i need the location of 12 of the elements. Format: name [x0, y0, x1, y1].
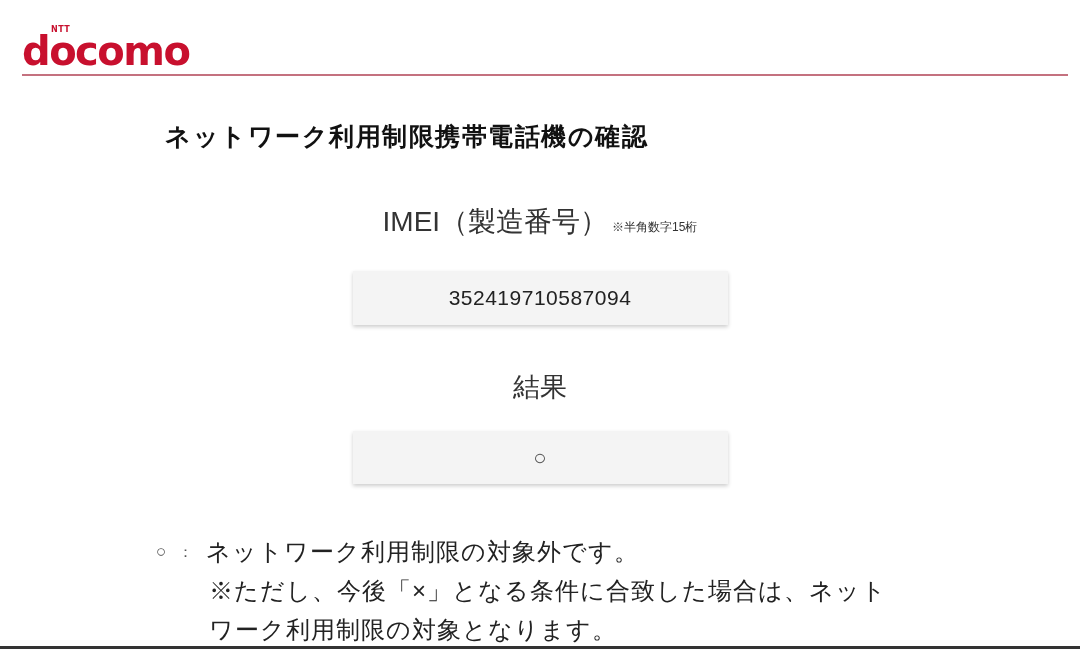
- imei-input-field[interactable]: 352419710587094: [352, 271, 728, 325]
- logo-text: docomo: [22, 34, 190, 68]
- page-title: ネットワーク利用制限携帯電話機の確認: [165, 122, 648, 150]
- imei-label: IMEI（製造番号）: [382, 205, 609, 239]
- separator-text: ：: [178, 542, 194, 562]
- legend-text: ネットワーク利用制限の対象外です。: [206, 537, 639, 567]
- result-field: ○: [352, 431, 728, 484]
- result-label: 結果: [513, 371, 567, 403]
- logo-small-text: NTT: [51, 26, 71, 34]
- legend-note: ※ただし、今後「×」となる条件に合致した場合は、ネットワーク利用制限の対象となります。: [209, 576, 888, 645]
- legend-symbol: ○: [156, 541, 168, 563]
- imei-note: ※半角数字15桁: [612, 220, 698, 234]
